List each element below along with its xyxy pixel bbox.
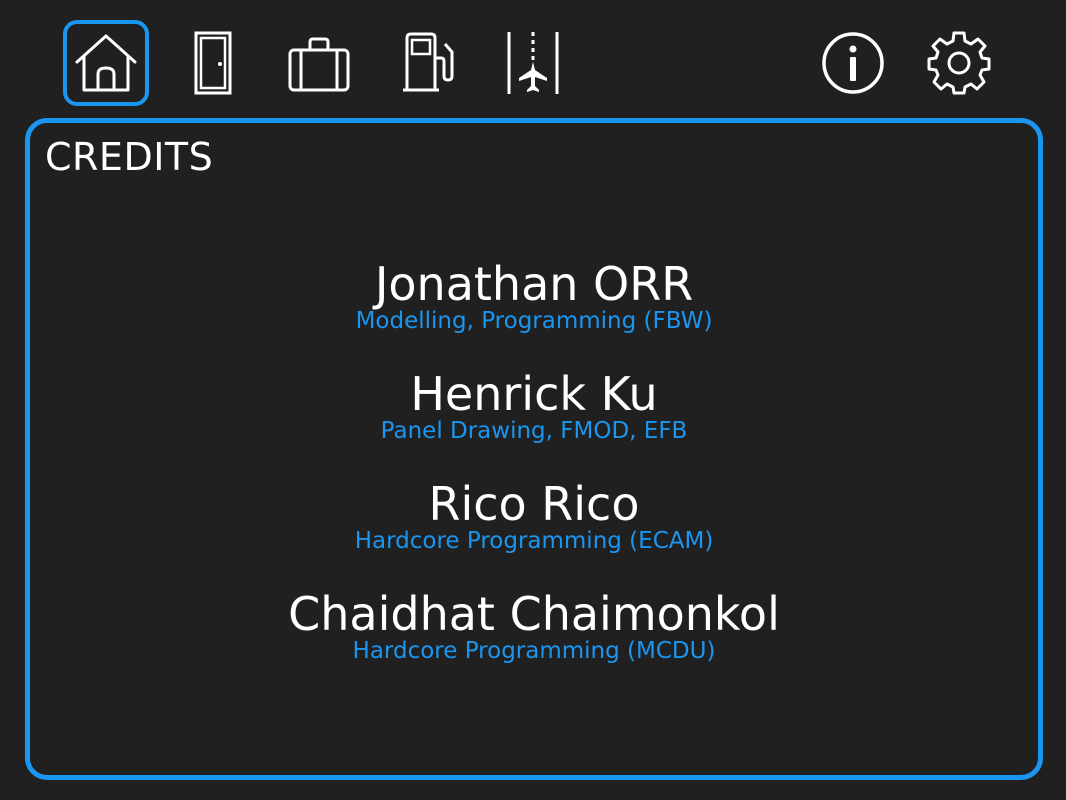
info-button[interactable] xyxy=(810,20,896,106)
top-toolbar xyxy=(0,0,1066,112)
ground-button[interactable] xyxy=(276,20,362,106)
door-icon xyxy=(194,31,232,95)
fuel-pump-icon xyxy=(403,32,454,92)
credits-panel: CREDITS Jonathan ORR Modelling, Programm… xyxy=(25,118,1043,780)
runway-plane-icon xyxy=(507,32,559,94)
credit-name: Rico Rico xyxy=(428,477,640,531)
credit-role: Panel Drawing, FMOD, EFB xyxy=(380,418,688,444)
page-title: CREDITS xyxy=(45,135,214,179)
credit-role: Hardcore Programming (MCDU) xyxy=(352,638,716,664)
home-icon xyxy=(75,34,137,92)
doors-button[interactable] xyxy=(170,20,256,106)
gear-icon xyxy=(927,31,991,95)
credit-name: Jonathan ORR xyxy=(374,257,694,311)
fuel-button[interactable] xyxy=(385,20,471,106)
credit-entry: Chaidhat Chaimonkol Hardcore Programming… xyxy=(30,589,1038,663)
credit-entry: Jonathan ORR Modelling, Programming (FBW… xyxy=(30,259,1038,333)
credit-role: Hardcore Programming (ECAM) xyxy=(354,528,714,554)
settings-button[interactable] xyxy=(916,20,1002,106)
runway-button[interactable] xyxy=(490,20,576,106)
credits-list: Jonathan ORR Modelling, Programming (FBW… xyxy=(30,259,1038,699)
luggage-icon xyxy=(288,37,350,92)
credit-entry: Rico Rico Hardcore Programming (ECAM) xyxy=(30,479,1038,553)
credit-name: Chaidhat Chaimonkol xyxy=(288,587,780,641)
credit-role: Modelling, Programming (FBW) xyxy=(355,308,713,334)
credit-entry: Henrick Ku Panel Drawing, FMOD, EFB xyxy=(30,369,1038,443)
info-icon xyxy=(822,32,884,94)
credit-name: Henrick Ku xyxy=(410,367,658,421)
home-button[interactable] xyxy=(63,20,149,106)
